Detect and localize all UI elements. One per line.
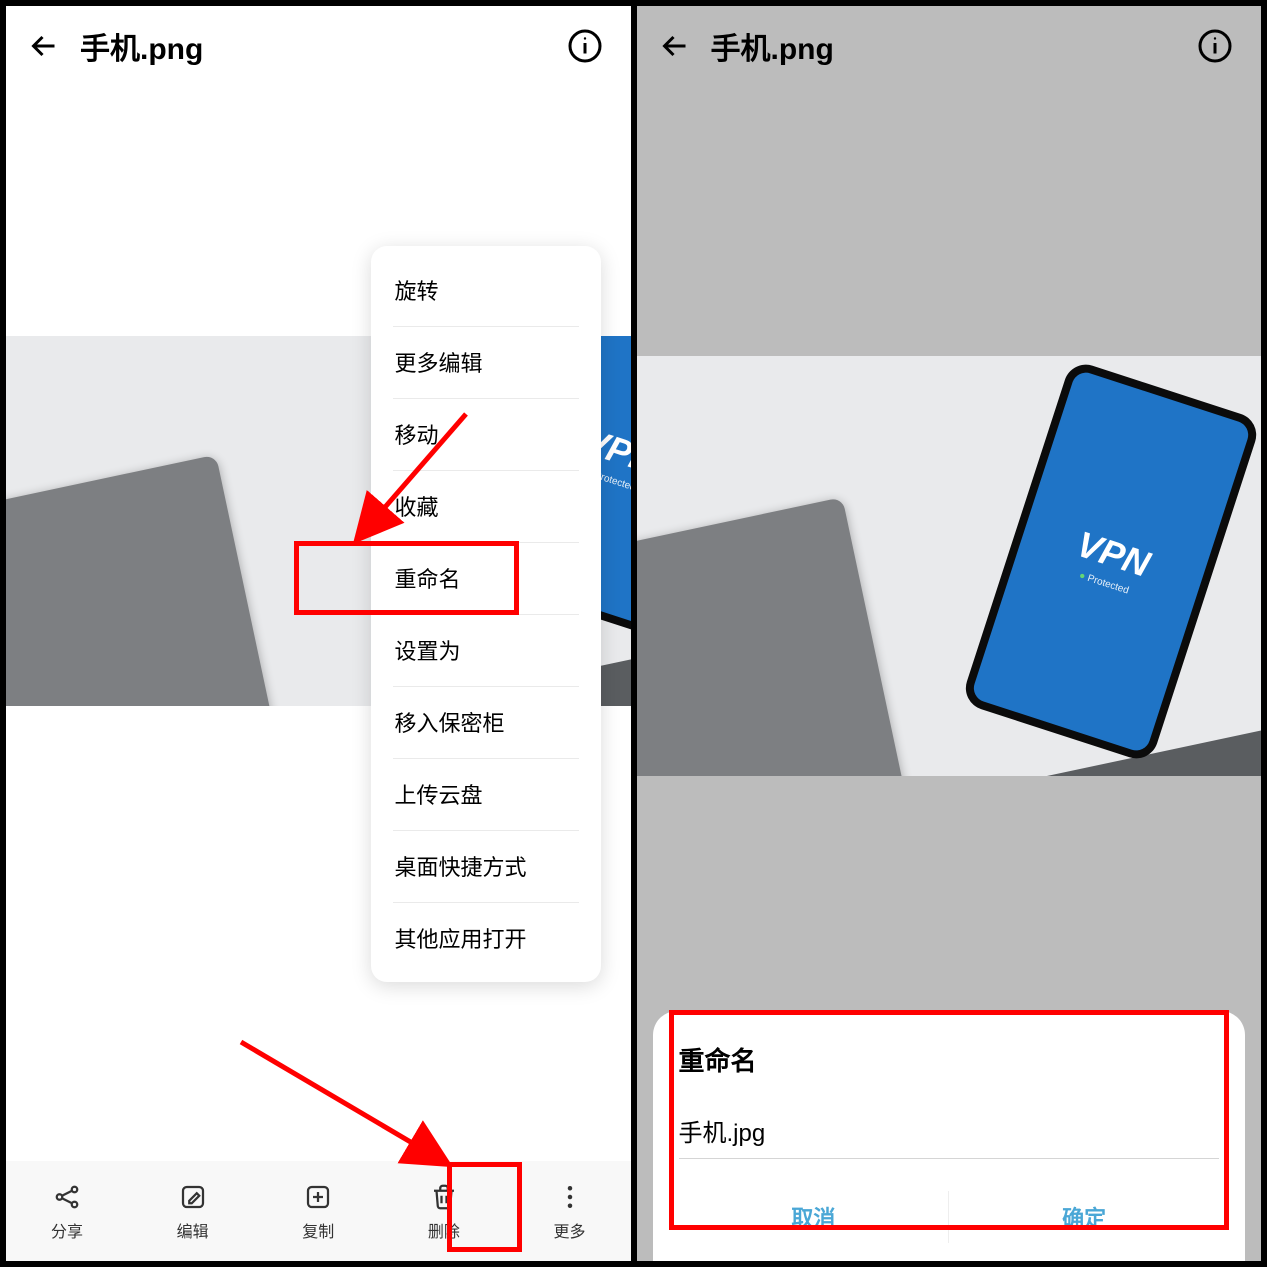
left-header: 手机.png — [6, 6, 631, 86]
menu-item-move[interactable]: 移动 — [371, 398, 601, 470]
menu-item-upload-cloud[interactable]: 上传云盘 — [371, 758, 601, 830]
toolbar-share-button[interactable]: 分享 — [12, 1161, 122, 1261]
toolbar-more-button[interactable]: 更多 — [515, 1161, 625, 1261]
edit-icon — [178, 1180, 208, 1214]
back-button[interactable] — [645, 16, 705, 76]
left-panel: 手机.png VPN Protected 旋转 更多编辑 移动 收藏 重命名 设… — [6, 6, 631, 1261]
back-arrow-icon — [26, 28, 62, 64]
info-button[interactable] — [1185, 16, 1245, 76]
right-panel: 手机.png VPN Protected 重命名 取消 确定 — [637, 6, 1262, 1261]
toolbar-edit-label: 编辑 — [177, 1218, 209, 1242]
menu-item-set-as[interactable]: 设置为 — [371, 614, 601, 686]
annotation-highlight-dialog — [669, 1010, 1230, 1230]
toolbar-more-label: 更多 — [553, 1218, 585, 1242]
more-vertical-icon — [555, 1180, 585, 1214]
menu-item-favorite[interactable]: 收藏 — [371, 470, 601, 542]
share-icon — [52, 1180, 82, 1214]
menu-item-open-with[interactable]: 其他应用打开 — [371, 902, 601, 974]
photo-preview: VPN Protected — [637, 356, 1262, 776]
menu-item-more-edit[interactable]: 更多编辑 — [371, 326, 601, 398]
menu-item-home-shortcut[interactable]: 桌面快捷方式 — [371, 830, 601, 902]
file-title: 手机.png — [711, 24, 834, 68]
annotation-highlight-rename — [294, 541, 519, 615]
toolbar-share-label: 分享 — [51, 1218, 83, 1242]
toolbar-copy-label: 复制 — [302, 1218, 334, 1242]
toolbar-copy-button[interactable]: 复制 — [263, 1161, 373, 1261]
bottom-toolbar: 分享 编辑 复制 删除 — [6, 1161, 631, 1261]
info-icon — [1197, 28, 1233, 64]
info-icon — [567, 28, 603, 64]
right-header: 手机.png — [637, 6, 1262, 86]
file-title: 手机.png — [80, 24, 203, 68]
back-arrow-icon — [657, 28, 693, 64]
menu-item-rotate[interactable]: 旋转 — [371, 254, 601, 326]
back-button[interactable] — [14, 16, 74, 76]
menu-item-move-to-safe[interactable]: 移入保密柜 — [371, 686, 601, 758]
info-button[interactable] — [555, 16, 615, 76]
annotation-arrow-to-more — [231, 1032, 451, 1172]
toolbar-edit-button[interactable]: 编辑 — [138, 1161, 248, 1261]
copy-icon — [303, 1180, 333, 1214]
annotation-highlight-more-button — [447, 1162, 522, 1252]
